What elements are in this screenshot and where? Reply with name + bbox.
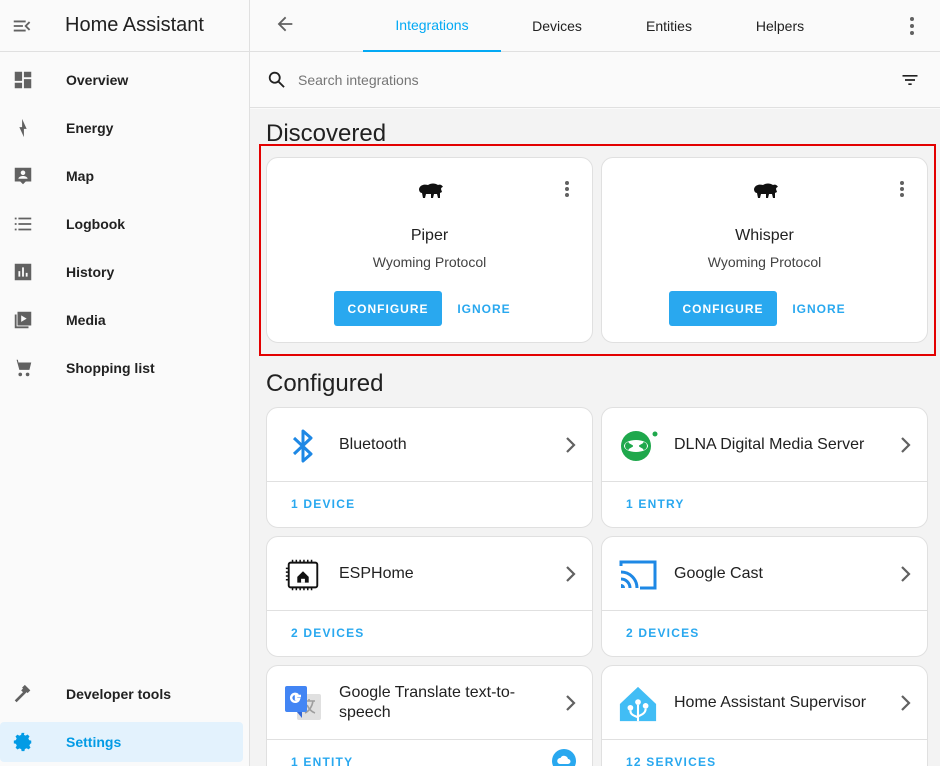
sidebar-item-logbook[interactable]: Logbook <box>0 204 243 244</box>
cart-icon <box>11 356 35 380</box>
sidebar-item-media[interactable]: Media <box>0 300 243 340</box>
chevron-right-icon <box>899 694 911 717</box>
top-bar: Integrations Devices Entities Helpers <box>250 0 940 52</box>
filter-icon[interactable] <box>900 70 920 95</box>
bison-icon <box>417 182 445 207</box>
card-footer-link[interactable]: 2 DEVICES <box>291 626 365 640</box>
card-footer-link[interactable]: 1 DEVICE <box>291 497 355 511</box>
configured-card-google-translate[interactable]: Google Translate text-to-speech 1 ENTITY <box>266 665 593 766</box>
back-arrow-icon[interactable] <box>274 13 300 39</box>
tab-integrations[interactable]: Integrations <box>363 0 501 52</box>
lightning-icon <box>11 116 35 140</box>
integration-name: Google Cast <box>674 565 763 582</box>
card-header[interactable]: DLNA Digital Media Server <box>602 408 927 482</box>
sidebar-header: Home Assistant <box>0 0 249 52</box>
configure-button[interactable]: CONFIGURE <box>669 291 777 326</box>
configure-button[interactable]: CONFIGURE <box>334 291 442 326</box>
more-vertical-icon[interactable] <box>564 180 570 203</box>
card-header[interactable]: Google Cast <box>602 537 927 611</box>
integration-name: DLNA Digital Media Server <box>674 436 865 453</box>
search-icon <box>266 69 288 96</box>
sidebar-item-label: Logbook <box>66 216 126 232</box>
chevron-right-icon <box>564 694 576 717</box>
card-footer-link[interactable]: 12 SERVICES <box>626 755 716 766</box>
esphome-icon <box>283 555 323 595</box>
google-translate-icon <box>283 684 323 724</box>
dlna-icon <box>618 426 658 466</box>
card-header[interactable]: Home Assistant Supervisor <box>602 666 927 740</box>
map-person-icon <box>11 164 35 188</box>
sidebar-item-label: Map <box>66 168 94 184</box>
chevron-right-icon <box>564 565 576 588</box>
sidebar-item-label: Media <box>66 312 106 328</box>
list-icon <box>11 212 35 236</box>
integration-name: Whisper <box>735 227 794 244</box>
card-header[interactable]: Bluetooth <box>267 408 592 482</box>
bluetooth-icon <box>283 426 323 466</box>
chevron-right-icon <box>899 565 911 588</box>
sidebar-item-developer-tools[interactable]: Developer tools <box>0 674 243 714</box>
home-assistant-icon <box>618 684 658 724</box>
cast-icon <box>618 555 658 595</box>
sidebar-item-settings[interactable]: Settings <box>0 722 243 762</box>
sidebar: Home Assistant Overview Energy Map Logbo… <box>0 0 250 766</box>
configured-card-bluetooth[interactable]: Bluetooth 1 DEVICE <box>266 407 593 528</box>
card-footer-link[interactable]: 1 ENTITY <box>291 755 353 766</box>
tab-entities[interactable]: Entities <box>619 0 719 52</box>
card-header[interactable]: Google Translate text-to-speech <box>267 666 592 740</box>
integration-name: Home Assistant Supervisor <box>674 694 867 711</box>
sidebar-item-shopping-list[interactable]: Shopping list <box>0 348 243 388</box>
app-title: Home Assistant <box>65 14 204 36</box>
sidebar-item-history[interactable]: History <box>0 252 243 292</box>
discovered-card-whisper: Whisper Wyoming Protocol CONFIGURE IGNOR… <box>601 157 928 343</box>
configured-card-ha-supervisor[interactable]: Home Assistant Supervisor 12 SERVICES <box>601 665 928 766</box>
tab-devices[interactable]: Devices <box>507 0 607 52</box>
sidebar-item-label: History <box>66 264 115 280</box>
integration-name: ESPHome <box>339 565 414 582</box>
more-vertical-icon[interactable] <box>902 14 922 38</box>
gear-icon <box>11 730 35 754</box>
menu-toggle-icon[interactable] <box>0 0 44 52</box>
hammer-icon <box>11 682 35 706</box>
sidebar-item-label: Energy <box>66 120 114 136</box>
sidebar-item-overview[interactable]: Overview <box>0 60 243 100</box>
configured-card-google-cast[interactable]: Google Cast 2 DEVICES <box>601 536 928 657</box>
cloud-badge-icon <box>552 749 576 766</box>
configured-heading: Configured <box>266 370 384 397</box>
integration-name: Piper <box>410 227 449 244</box>
chevron-right-icon <box>564 436 576 459</box>
integration-name: Google Translate text-to-speech <box>339 684 516 721</box>
ignore-button[interactable]: IGNORE <box>449 291 519 326</box>
sidebar-item-energy[interactable]: Energy <box>0 108 243 148</box>
chevron-right-icon <box>899 436 911 459</box>
sidebar-item-label: Settings <box>66 734 122 750</box>
discovered-card-piper: Piper Wyoming Protocol CONFIGURE IGNORE <box>266 157 593 343</box>
sidebar-item-label: Developer tools <box>66 686 172 702</box>
sidebar-item-map[interactable]: Map <box>0 156 243 196</box>
configured-card-dlna[interactable]: DLNA Digital Media Server 1 ENTRY <box>601 407 928 528</box>
card-header[interactable]: ESPHome <box>267 537 592 611</box>
tab-helpers[interactable]: Helpers <box>730 0 830 52</box>
play-box-icon <box>11 308 35 332</box>
sidebar-item-label: Shopping list <box>66 360 155 376</box>
integration-protocol: Wyoming Protocol <box>372 254 487 270</box>
search-bar <box>250 53 940 108</box>
bison-icon <box>752 182 780 207</box>
dashboard-icon <box>11 68 35 92</box>
integration-protocol: Wyoming Protocol <box>707 254 822 270</box>
search-input[interactable] <box>298 68 858 92</box>
ignore-button[interactable]: IGNORE <box>784 291 854 326</box>
configured-card-esphome[interactable]: ESPHome 2 DEVICES <box>266 536 593 657</box>
main-content: Discovered Piper Wyoming Protocol CONFIG… <box>250 109 940 766</box>
more-vertical-icon[interactable] <box>899 180 905 203</box>
bar-chart-icon <box>11 260 35 284</box>
sidebar-item-label: Overview <box>66 72 129 88</box>
card-footer-link[interactable]: 1 ENTRY <box>626 497 685 511</box>
card-footer-link[interactable]: 2 DEVICES <box>626 626 700 640</box>
integration-name: Bluetooth <box>339 436 407 453</box>
